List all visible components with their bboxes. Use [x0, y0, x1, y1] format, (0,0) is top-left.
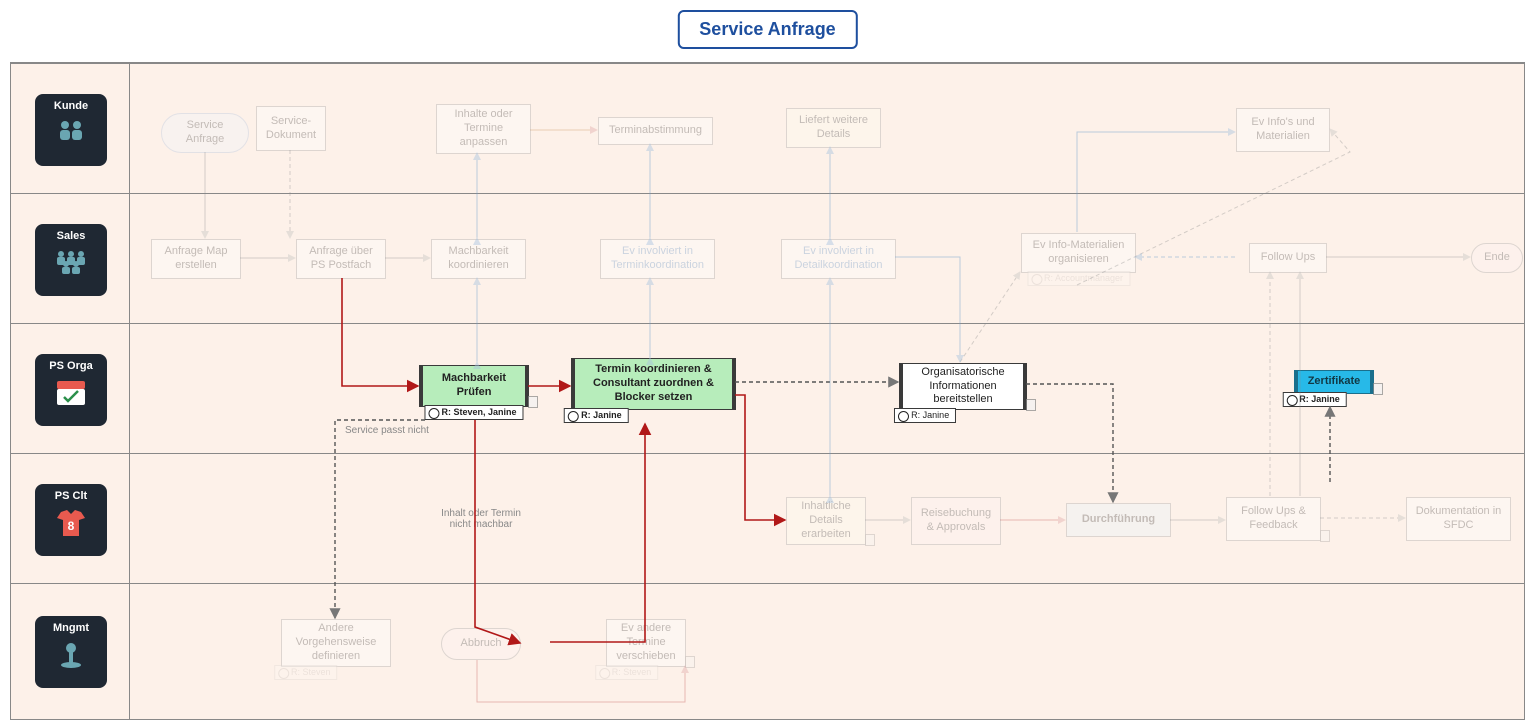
calendar-icon	[54, 378, 88, 408]
people-icon	[53, 118, 89, 142]
node-ev-info-org[interactable]: Ev Info-Materialien organisieren R: Acco…	[1021, 233, 1136, 273]
node-terminabstimmung[interactable]: Terminabstimmung	[598, 117, 713, 145]
node-mach-prufen[interactable]: Machbarkeit Prüfen R: Steven, Janine	[419, 365, 529, 407]
node-abbruch[interactable]: Abbruch	[441, 628, 521, 660]
tag-steven-2: R: Steven	[595, 665, 659, 680]
node-zertifikate[interactable]: Zertifikate R: Janine	[1294, 370, 1374, 394]
node-mach-koord[interactable]: Machbarkeit koordinieren	[431, 239, 526, 279]
node-ende[interactable]: Ende	[1471, 243, 1523, 273]
node-ev-detailkoord[interactable]: Ev involviert in Detailkoordination	[781, 239, 896, 279]
node-inhalte-termine[interactable]: Inhalte oder Termine anpassen	[436, 104, 531, 154]
node-ev-termine-versch[interactable]: Ev andere Termine verschieben R: Steven	[606, 619, 686, 667]
tag-janine-3: R: Janine	[1282, 392, 1347, 407]
node-reise[interactable]: Reisebuchung & Approvals	[911, 497, 1001, 545]
node-termin-koord[interactable]: Termin koordinieren & Consultant zuordne…	[571, 358, 736, 410]
node-inhalt-details[interactable]: Inhaltliche Details erarbeiten	[786, 497, 866, 545]
lane-kunde-label: Kunde	[54, 100, 88, 112]
node-liefert-details[interactable]: Liefert weitere Details	[786, 108, 881, 148]
jersey-icon: 8	[55, 508, 87, 538]
node-follow-ups[interactable]: Follow Ups	[1249, 243, 1327, 273]
node-followup-fb[interactable]: Follow Ups & Feedback	[1226, 497, 1321, 541]
tag-steven: R: Steven	[274, 665, 338, 680]
svg-text:8: 8	[68, 519, 75, 533]
note-icon	[685, 656, 695, 668]
page-title: Service Anfrage	[677, 10, 857, 49]
note-icon	[1320, 530, 1330, 542]
node-doku-sfdc[interactable]: Dokumentation in SFDC	[1406, 497, 1511, 541]
lane-mngmt-label: Mngmt	[53, 622, 89, 634]
node-durchfuehrung[interactable]: Durchführung	[1066, 503, 1171, 537]
node-andere-vg[interactable]: Andere Vorgehensweise definieren R: Stev…	[281, 619, 391, 667]
lane-mngmt: Mngmt	[11, 583, 1524, 719]
note-icon	[528, 396, 538, 408]
node-anfrage-ps[interactable]: Anfrage über PS Postfach	[296, 239, 386, 279]
label-service-passt-nicht: Service passt nicht	[345, 425, 429, 436]
swimlane-grid: Kunde Sales	[10, 62, 1525, 720]
lane-sales-label: Sales	[57, 230, 86, 242]
tag-janine-2: R: Janine	[894, 408, 956, 423]
node-ev-infos-mat[interactable]: Ev Info's und Materialien	[1236, 108, 1330, 152]
tag-steven-janine: R: Steven, Janine	[424, 405, 523, 420]
note-icon	[1026, 399, 1036, 411]
person-pin-icon	[57, 640, 85, 670]
label-nicht-machbar: Inhalt oder Termin nicht machbar	[431, 508, 531, 530]
node-ev-terminkoord[interactable]: Ev involviert in Terminkoordination	[600, 239, 715, 279]
node-org-info[interactable]: Organisatorische Informationen bereitste…	[899, 363, 1027, 410]
lane-psorga-label: PS Orga	[49, 360, 92, 372]
lane-psclt-label: PS Clt	[55, 490, 87, 502]
node-anfrage-map[interactable]: Anfrage Map erstellen	[151, 239, 241, 279]
team-icon	[51, 248, 91, 274]
node-service-dokument[interactable]: Service-Dokument	[256, 106, 326, 151]
tag-janine: R: Janine	[564, 408, 629, 423]
note-icon	[865, 534, 875, 546]
node-service-anfrage[interactable]: Service Anfrage	[161, 113, 249, 153]
tag-accountmanager: R: Accountmanager	[1027, 271, 1130, 286]
note-icon	[1373, 383, 1383, 395]
